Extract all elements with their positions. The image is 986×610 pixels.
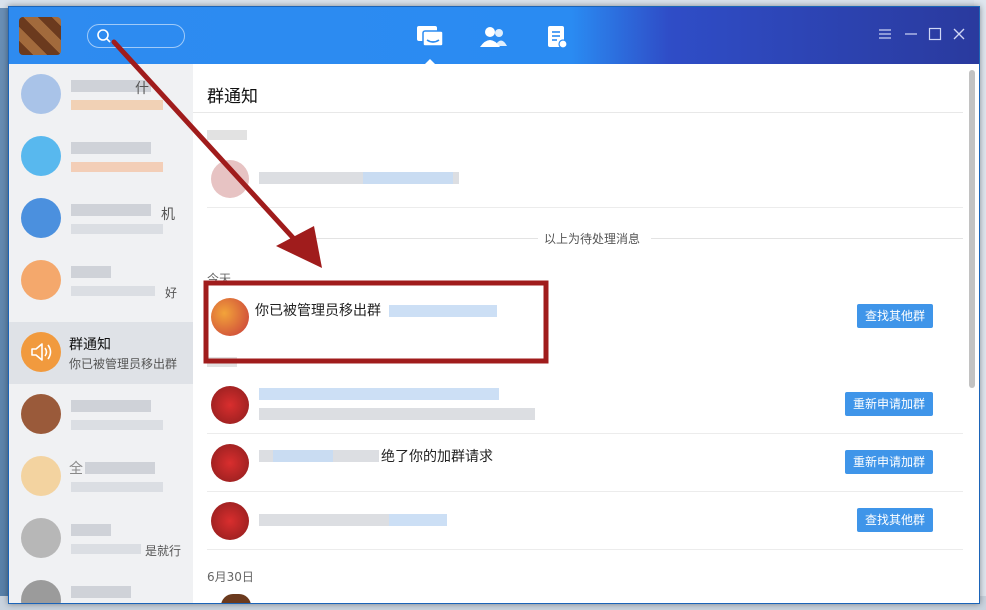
find-other-groups-button[interactable]: 查找其他群 bbox=[856, 508, 933, 532]
notice-row-pending[interactable] bbox=[193, 150, 963, 208]
pending-divider-line bbox=[651, 238, 963, 239]
titlebar bbox=[9, 7, 979, 65]
conversation-name: 群通知 bbox=[69, 337, 111, 353]
avatar bbox=[21, 456, 61, 496]
pending-divider-line bbox=[303, 238, 538, 239]
notice-row[interactable]: 查找其他群 bbox=[193, 492, 963, 550]
tab-messages[interactable] bbox=[414, 21, 446, 65]
notice-row[interactable]: 你已被管理员移出群 查找其他群 bbox=[193, 288, 963, 346]
conversation-item[interactable]: 好 bbox=[9, 250, 193, 312]
blurred-preview bbox=[71, 420, 163, 430]
blurred-message bbox=[259, 408, 535, 420]
search-input[interactable] bbox=[87, 24, 185, 48]
notice-row[interactable]: 绝了你的加群请求 重新申请加群 bbox=[193, 434, 963, 492]
avatar bbox=[21, 518, 61, 558]
scrollbar[interactable] bbox=[965, 64, 979, 603]
conversation-item[interactable]: 全 bbox=[9, 446, 193, 508]
blurred-preview bbox=[71, 100, 163, 110]
blurred-preview bbox=[71, 482, 163, 492]
partial-name: 全 bbox=[69, 461, 83, 477]
title-divider bbox=[193, 112, 963, 113]
notice-message: 绝了你的加群请求 bbox=[381, 449, 493, 465]
chat-bubbles-icon bbox=[417, 26, 444, 47]
row-divider bbox=[207, 549, 963, 550]
blurred-preview bbox=[71, 286, 155, 296]
blurred-group-name bbox=[273, 450, 333, 462]
avatar bbox=[211, 502, 249, 540]
blurred-name bbox=[71, 400, 151, 412]
blurred-date-label bbox=[207, 130, 247, 140]
close-icon bbox=[953, 28, 965, 40]
avatar bbox=[21, 580, 61, 603]
conversation-item-group-notice[interactable]: 群通知 你已被管理员移出群 bbox=[9, 322, 193, 384]
pending-divider-label: 以上为待处理消息 bbox=[538, 230, 647, 247]
search-icon bbox=[97, 29, 111, 43]
conversation-item[interactable]: 机 bbox=[9, 188, 193, 250]
tab-contacts[interactable] bbox=[477, 21, 509, 53]
partial-preview: 好 bbox=[165, 286, 178, 300]
blurred-preview bbox=[71, 544, 141, 554]
contacts-icon bbox=[480, 27, 507, 47]
minimize-button[interactable] bbox=[902, 25, 920, 43]
blurred-message bbox=[259, 388, 499, 400]
date-label: 6月30日 bbox=[207, 570, 254, 584]
blurred-preview bbox=[71, 224, 163, 234]
blurred-group-name bbox=[363, 172, 453, 184]
avatar bbox=[211, 444, 249, 482]
conversation-list: 什 机 好 群通知 你已被管理员移出群 全 是就行 bbox=[9, 64, 193, 603]
avatar bbox=[211, 160, 249, 198]
row-divider bbox=[207, 207, 963, 208]
qq-main-window: 什 机 好 群通知 你已被管理员移出群 全 是就行 群通知 以上为待处理消息 今… bbox=[8, 6, 980, 604]
menu-button[interactable] bbox=[876, 25, 894, 43]
blurred-message bbox=[259, 514, 389, 526]
find-other-groups-button[interactable]: 查找其他群 bbox=[856, 304, 933, 328]
notice-message: 你已被管理员移出群 bbox=[255, 303, 381, 319]
blurred-name bbox=[71, 266, 111, 278]
maximize-icon bbox=[928, 27, 942, 41]
avatar bbox=[211, 298, 249, 336]
menu-icon bbox=[879, 29, 891, 39]
conversation-item[interactable] bbox=[9, 570, 193, 603]
conversation-item[interactable]: 什 bbox=[9, 64, 193, 126]
partial-name: 什 bbox=[135, 81, 149, 97]
avatar bbox=[221, 594, 251, 603]
avatar bbox=[211, 386, 249, 424]
scrollbar-thumb[interactable] bbox=[969, 70, 975, 388]
blurred-preview bbox=[71, 162, 163, 172]
reapply-join-group-button[interactable]: 重新申请加群 bbox=[844, 392, 933, 416]
minimize-icon bbox=[905, 33, 917, 35]
conversation-item[interactable] bbox=[9, 384, 193, 446]
avatar bbox=[21, 198, 61, 238]
avatar bbox=[21, 136, 61, 176]
conversation-item[interactable]: 是就行 bbox=[9, 508, 193, 570]
document-icon bbox=[548, 26, 568, 49]
avatar bbox=[21, 74, 61, 114]
reapply-join-group-button[interactable]: 重新申请加群 bbox=[844, 450, 933, 474]
blurred-date-label bbox=[207, 357, 237, 367]
group-notice-panel: 群通知 以上为待处理消息 今天 你已被管理员移出群 查找其他群 重新申请加群 绝… bbox=[193, 64, 979, 603]
blurred-name bbox=[71, 142, 151, 154]
blurred-name bbox=[85, 462, 155, 474]
blurred-group-name bbox=[389, 514, 447, 526]
maximize-button[interactable] bbox=[926, 25, 944, 43]
avatar bbox=[21, 394, 61, 434]
blurred-group-name bbox=[389, 305, 497, 317]
avatar bbox=[21, 260, 61, 300]
notice-row[interactable]: 重新申请加群 bbox=[193, 376, 963, 434]
blurred-name bbox=[71, 524, 111, 536]
user-avatar[interactable] bbox=[19, 17, 61, 55]
speaker-icon bbox=[31, 343, 52, 361]
avatar bbox=[21, 332, 61, 372]
partial-preview: 是就行 bbox=[145, 544, 182, 558]
page-title: 群通知 bbox=[207, 87, 258, 107]
partial-name: 机 bbox=[161, 207, 175, 223]
close-button[interactable] bbox=[950, 25, 968, 43]
conversation-item[interactable] bbox=[9, 126, 193, 188]
date-label-today: 今天 bbox=[207, 272, 232, 286]
tab-spaces[interactable] bbox=[541, 21, 573, 53]
conversation-preview: 你已被管理员移出群 bbox=[69, 357, 178, 371]
blurred-name bbox=[71, 204, 151, 216]
blurred-name bbox=[71, 586, 131, 598]
